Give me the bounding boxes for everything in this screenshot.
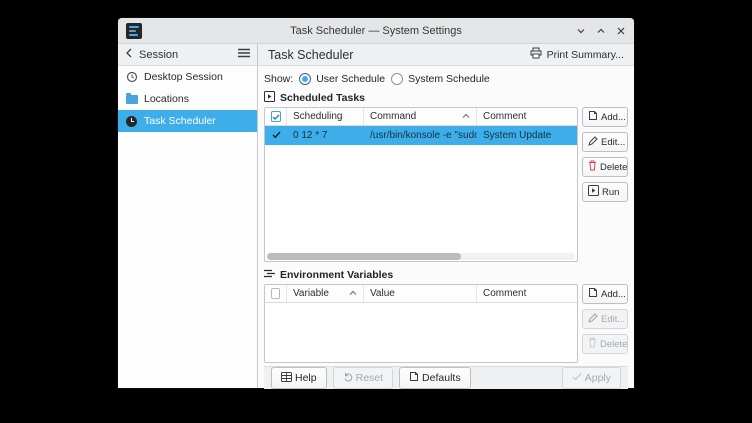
defaults-document-icon <box>409 371 419 385</box>
undo-icon <box>343 372 353 385</box>
hamburger-menu-icon[interactable] <box>238 48 250 61</box>
task-command: /usr/bin/konsole -e "sudo pa... <box>364 126 477 145</box>
env-table-header[interactable]: Variable Value Comment <box>265 285 577 303</box>
env-add-button[interactable]: Add... <box>582 284 628 304</box>
help-button[interactable]: Help <box>271 367 327 389</box>
folder-icon <box>125 93 138 106</box>
sidebar: Session Desktop Session Locations Task S… <box>118 44 258 388</box>
minimize-icon[interactable] <box>576 26 586 36</box>
env-edit-button[interactable]: Edit... <box>582 309 628 329</box>
sidebar-back-label[interactable]: Session <box>139 49 178 61</box>
run-icon <box>588 185 599 199</box>
radio-selected-icon <box>299 73 311 85</box>
env-delete-button[interactable]: Delete <box>582 334 628 354</box>
column-scheduling[interactable]: Scheduling <box>287 108 364 125</box>
sidebar-item-label: Task Scheduler <box>144 115 216 127</box>
scrollbar-thumb[interactable] <box>267 253 461 260</box>
horizontal-scrollbar[interactable] <box>267 253 575 260</box>
select-all-checkbox[interactable] <box>271 111 281 122</box>
task-add-button[interactable]: Add... <box>582 107 628 127</box>
help-book-icon <box>281 372 292 385</box>
column-env-comment[interactable]: Comment <box>477 285 577 302</box>
column-value[interactable]: Value <box>364 285 477 302</box>
environment-variables-icon <box>264 269 275 282</box>
sidebar-item-label: Locations <box>144 93 189 105</box>
scheduled-tasks-title: Scheduled Tasks <box>280 92 365 104</box>
task-row-system-update[interactable]: 0 12 * 7 /usr/bin/konsole -e "sudo pa...… <box>265 126 577 145</box>
sidebar-item-locations[interactable]: Locations <box>118 88 257 110</box>
close-icon[interactable] <box>616 26 626 36</box>
column-command[interactable]: Command <box>364 108 477 125</box>
tasks-table-header[interactable]: Scheduling Command Comment <box>265 108 577 126</box>
column-variable[interactable]: Variable <box>287 285 364 302</box>
radio-unselected-icon <box>391 73 403 85</box>
environment-variables-table[interactable]: Variable Value Comment <box>264 284 578 363</box>
defaults-button[interactable]: Defaults <box>399 367 471 389</box>
radio-user-schedule[interactable]: User Schedule <box>299 73 385 85</box>
sidebar-item-label: Desktop Session <box>144 71 223 83</box>
apply-button[interactable]: Apply <box>562 367 621 389</box>
add-document-icon <box>588 110 598 124</box>
sort-ascending-icon <box>345 288 357 299</box>
trash-icon <box>588 337 597 351</box>
system-settings-window: Task Scheduler — System Settings Session… <box>118 18 634 388</box>
env-select-all-checkbox[interactable] <box>271 288 280 299</box>
sort-ascending-icon <box>458 111 470 122</box>
reset-button[interactable]: Reset <box>333 367 393 389</box>
content-pane: Task Scheduler Print Summary... Show: Us… <box>258 44 634 388</box>
show-label: Show: <box>264 73 293 85</box>
check-icon <box>272 130 281 142</box>
apply-check-icon <box>572 372 582 384</box>
scheduled-tasks-table[interactable]: Scheduling Command Comment 0 12 * 7 /usr… <box>264 107 578 262</box>
edit-pencil-icon <box>588 313 598 326</box>
printer-icon <box>530 47 542 62</box>
sidebar-item-task-scheduler[interactable]: Task Scheduler <box>118 110 257 132</box>
app-icon <box>126 23 142 39</box>
edit-pencil-icon <box>588 136 598 149</box>
print-summary-button[interactable]: Print Summary... <box>530 47 624 62</box>
page-title: Task Scheduler <box>268 48 353 62</box>
environment-variables-title: Environment Variables <box>280 269 393 281</box>
maximize-icon[interactable] <box>596 26 606 36</box>
trash-icon <box>588 160 597 174</box>
add-document-icon <box>588 287 598 301</box>
task-scheduling: 0 12 * 7 <box>287 126 364 145</box>
back-icon[interactable] <box>125 48 133 61</box>
task-delete-button[interactable]: Delete <box>582 157 628 177</box>
task-run-button[interactable]: Run <box>582 182 628 202</box>
scheduled-tasks-icon <box>264 91 275 105</box>
titlebar[interactable]: Task Scheduler — System Settings <box>118 18 634 44</box>
task-comment: System Update <box>477 126 577 145</box>
column-comment[interactable]: Comment <box>477 108 577 125</box>
window-title: Task Scheduler — System Settings <box>118 25 634 37</box>
sidebar-item-desktop-session[interactable]: Desktop Session <box>118 66 257 88</box>
clock-icon <box>125 115 138 128</box>
task-edit-button[interactable]: Edit... <box>582 132 628 152</box>
session-icon <box>125 71 138 84</box>
radio-system-schedule[interactable]: System Schedule <box>391 73 490 85</box>
